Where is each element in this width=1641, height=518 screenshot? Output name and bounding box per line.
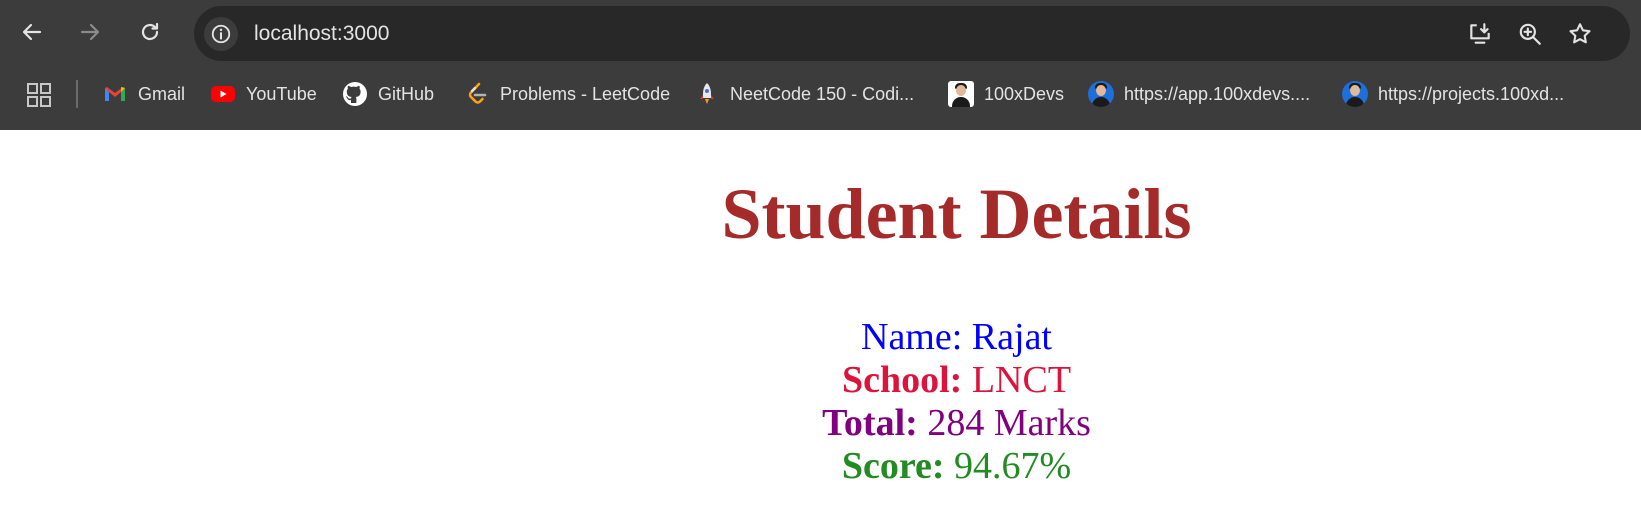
- bookmark-leetcode[interactable]: Problems - LeetCode: [464, 74, 670, 114]
- bookmark-100xdevs[interactable]: 100xDevs: [948, 74, 1064, 114]
- avatar-icon: [948, 81, 974, 107]
- site-info-button[interactable]: [204, 17, 238, 51]
- youtube-icon: [210, 81, 236, 107]
- total-label: Total:: [822, 402, 918, 444]
- forward-button[interactable]: [70, 12, 110, 52]
- student-details: Name: Rajat School: LNCT Total: 284 Mark…: [0, 316, 1641, 488]
- name-value: Rajat: [971, 316, 1052, 358]
- page-title: Student Details: [721, 174, 1192, 254]
- install-icon: [1470, 23, 1490, 44]
- back-button[interactable]: [12, 12, 52, 52]
- bookmarks-separator: [76, 80, 78, 108]
- arrow-left-icon: [22, 23, 42, 41]
- bookmark-label: Gmail: [138, 83, 186, 104]
- bookmark-label: Problems - LeetCode: [500, 83, 671, 104]
- gmail-icon: [102, 81, 128, 107]
- bookmark-neetcode[interactable]: NeetCode 150 - Codi...: [694, 74, 914, 114]
- info-icon: [211, 24, 231, 44]
- total-row: Total: 284 Marks: [0, 402, 1641, 445]
- bookmark-gmail[interactable]: Gmail: [102, 74, 185, 114]
- bookmark-label: https://app.100xdevs....: [1124, 83, 1311, 104]
- reload-button[interactable]: [130, 12, 170, 52]
- total-value: 284 Marks: [927, 402, 1091, 444]
- bookmark-label: 100xDevs: [984, 83, 1065, 104]
- school-row: School: LNCT: [0, 359, 1641, 402]
- bookmark-label: NeetCode 150 - Codi...: [730, 83, 915, 104]
- bookmark-github[interactable]: GitHub: [342, 74, 434, 114]
- bookmark-label: https://projects.100xd...: [1378, 83, 1565, 104]
- school-value: LNCT: [971, 359, 1072, 401]
- github-icon: [342, 81, 368, 107]
- bookmark-star-button[interactable]: [1566, 20, 1594, 48]
- address-bar[interactable]: localhost:3000: [194, 6, 1630, 61]
- zoom-in-icon: [1519, 23, 1541, 45]
- school-label: School:: [841, 359, 963, 401]
- url-text[interactable]: localhost:3000: [254, 6, 389, 61]
- avatar-icon: [1088, 81, 1114, 107]
- score-row: Score: 94.67%: [0, 445, 1641, 488]
- score-label: Score:: [841, 445, 945, 487]
- page-content: Student Details Name: Rajat School: LNCT…: [0, 130, 1641, 518]
- rocket-icon: [694, 81, 720, 107]
- avatar-icon: [1342, 81, 1368, 107]
- apps-grid-icon[interactable]: [26, 82, 52, 108]
- score-value: 94.67%: [954, 445, 1072, 487]
- reload-icon: [141, 22, 159, 41]
- install-app-button[interactable]: [1466, 20, 1494, 48]
- bookmark-label: GitHub: [378, 83, 435, 104]
- bookmark-label: YouTube: [246, 83, 317, 104]
- arrow-right-icon: [80, 23, 100, 41]
- bookmark-app-100xdevs[interactable]: https://app.100xdevs....: [1088, 74, 1310, 114]
- star-icon: [1569, 23, 1591, 44]
- bookmark-projects-100xdevs[interactable]: https://projects.100xd...: [1342, 74, 1564, 114]
- bookmarks-bar: Gmail YouTube GitHub Problems - LeetCode…: [0, 66, 1641, 130]
- zoom-button[interactable]: [1516, 20, 1544, 48]
- name-label: Name:: [861, 316, 963, 358]
- browser-toolbar: localhost:3000: [0, 0, 1641, 66]
- bookmark-youtube[interactable]: YouTube: [210, 74, 317, 114]
- leetcode-icon: [464, 81, 490, 107]
- name-row: Name: Rajat: [0, 316, 1641, 359]
